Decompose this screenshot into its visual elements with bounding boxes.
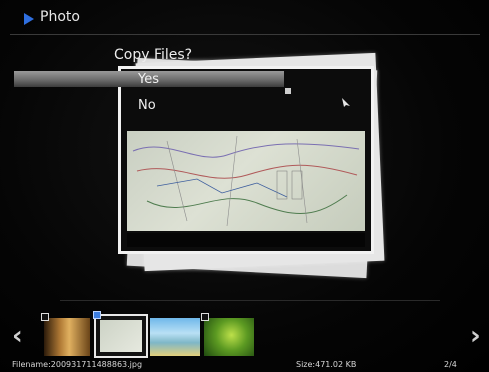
- play-arrow-icon: [24, 13, 34, 25]
- small-square-icon: [285, 88, 291, 94]
- file-size-label: Size:471.02 KB: [296, 360, 357, 369]
- checkbox-checked-icon[interactable]: [93, 311, 101, 319]
- checkbox-icon[interactable]: [41, 313, 49, 321]
- thumbnail-map-selected[interactable]: [93, 311, 148, 358]
- chevron-left-icon[interactable]: ‹: [12, 323, 23, 349]
- title-bar: Photo: [0, 0, 489, 36]
- thumbnail-divider: [60, 300, 440, 301]
- photo-map-image: [127, 131, 365, 231]
- dialog-title: Copy Files?: [114, 47, 193, 63]
- thumbnail-map-image: [100, 320, 142, 352]
- chevron-right-icon[interactable]: ›: [470, 323, 481, 349]
- page-counter: 2/4: [444, 360, 457, 369]
- photo-bottom-band: [127, 233, 365, 247]
- cursor-arrow-icon: [342, 98, 350, 107]
- copy-files-dialog: Copy Files? Yes No: [14, 40, 284, 126]
- thumbnail-lion[interactable]: [41, 313, 90, 356]
- thumbnail-beach[interactable]: [150, 318, 200, 356]
- page-title: Photo: [40, 9, 80, 25]
- yes-option[interactable]: Yes: [138, 72, 159, 87]
- filename-label: Filename:200931711488863.jpg: [12, 360, 143, 369]
- title-divider: [10, 34, 480, 35]
- photo-viewer-screen: Photo Copy Files? Yes No ‹ › Filename:20…: [0, 0, 489, 372]
- checkbox-icon[interactable]: [201, 313, 209, 321]
- no-option[interactable]: No: [138, 98, 156, 113]
- thumbnail-green-leaf[interactable]: [201, 313, 254, 356]
